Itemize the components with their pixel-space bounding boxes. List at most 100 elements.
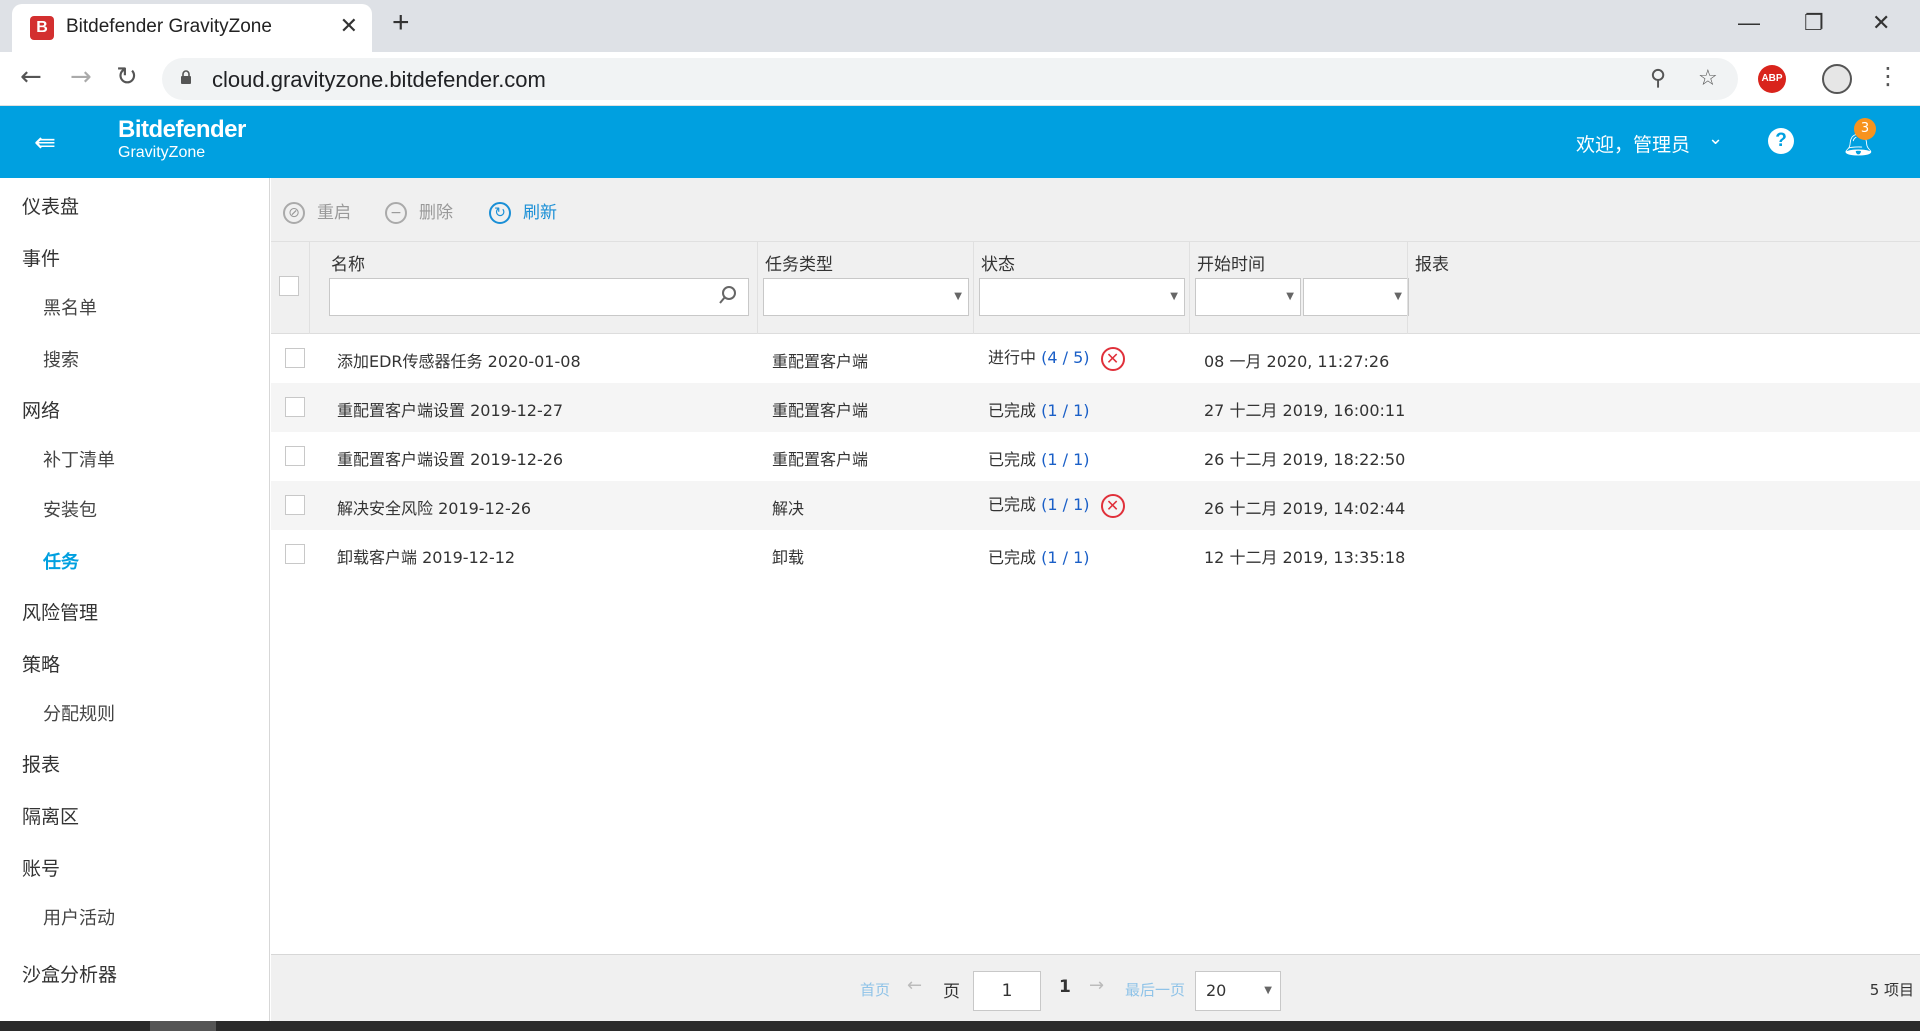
column-header-name[interactable]: 名称	[331, 250, 365, 275]
refresh-button[interactable]: ↻ 刷新	[489, 198, 557, 224]
collapse-menu-icon[interactable]: ⇚	[34, 128, 56, 158]
column-header-report[interactable]: 报表	[1415, 250, 1449, 275]
task-name[interactable]: 重配置客户端设置 2019-12-26	[337, 446, 563, 470]
restore-icon[interactable]: ❐	[1804, 10, 1824, 36]
column-header-type[interactable]: 任务类型	[765, 250, 833, 275]
status-ratio-link[interactable]: (4 / 5)	[1041, 348, 1089, 367]
page-label: 页	[943, 982, 960, 1002]
delete-label: 删除	[419, 203, 453, 223]
task-status: 已完成 (1 / 1)	[988, 544, 1090, 568]
minimize-icon[interactable]: —	[1738, 10, 1760, 36]
pagination-bar: 首页 ← 页 1 1 → 最后一页 20 ▼ 5 项目	[271, 954, 1920, 1021]
adblock-icon[interactable]: ABP	[1758, 65, 1786, 93]
restart-button[interactable]: ⊘ 重启	[283, 198, 351, 224]
sidebar-item-policies[interactable]: 策略	[22, 650, 60, 677]
row-checkbox[interactable]	[285, 446, 305, 466]
status-text: 已完成	[988, 401, 1037, 420]
window-close-icon[interactable]: ✕	[1872, 10, 1890, 36]
sidebar-item-patch-inventory[interactable]: 补丁清单	[43, 446, 115, 472]
task-start-time: 08 一月 2020, 11:27:26	[1204, 352, 1390, 371]
row-checkbox[interactable]	[285, 495, 305, 515]
status-ratio-link[interactable]: (1 / 1)	[1041, 450, 1089, 469]
chevron-down-icon[interactable]: ⌄	[1708, 128, 1723, 149]
reload-icon[interactable]: ↻	[116, 62, 138, 92]
table-row[interactable]: 添加EDR传感器任务 2020-01-08 重配置客户端 进行中 (4 / 5)…	[271, 334, 1920, 383]
task-name[interactable]: 解决安全风险 2019-12-26	[337, 495, 531, 519]
tab-close-icon[interactable]: ✕	[340, 14, 358, 39]
sidebar-item-sandbox-analyzer[interactable]: 沙盒分析器	[22, 960, 117, 987]
minus-icon: −	[385, 202, 407, 224]
page-size-select[interactable]: 20 ▼	[1195, 971, 1281, 1011]
row-checkbox[interactable]	[285, 397, 305, 417]
sidebar-item-risk-management[interactable]: 风险管理	[22, 598, 98, 625]
row-checkbox[interactable]	[285, 348, 305, 368]
taskbar-button[interactable]	[150, 1021, 216, 1031]
sidebar-item-packages[interactable]: 安装包	[43, 496, 97, 522]
sidebar-item-accounts[interactable]: 账号	[22, 854, 60, 881]
sidebar-item-user-activity[interactable]: 用户活动	[43, 904, 115, 930]
refresh-icon: ↻	[489, 202, 511, 224]
browser-tab[interactable]: B Bitdefender GravityZone ✕	[12, 4, 372, 52]
browser-toolbar: ← → ↻ cloud.gravityzone.bitdefender.com …	[0, 52, 1920, 106]
next-page-icon[interactable]: →	[1089, 975, 1104, 996]
sidebar-item-search[interactable]: 搜索	[43, 346, 79, 372]
prev-page-icon[interactable]: ←	[907, 975, 922, 996]
table-row[interactable]: 卸载客户端 2019-12-12 卸载 已完成 (1 / 1) 12 十二月 2…	[271, 530, 1920, 579]
sidebar-item-assignment-rules[interactable]: 分配规则	[43, 700, 115, 726]
dropdown-arrow-icon: ▼	[1170, 291, 1178, 302]
page-size-value: 20	[1206, 981, 1227, 1000]
task-start-time: 12 十二月 2019, 13:35:18	[1204, 548, 1406, 567]
dropdown-arrow-icon: ▼	[954, 291, 962, 302]
sidebar-item-tasks[interactable]: 任务	[43, 548, 79, 574]
last-page-link[interactable]: 最后一页	[1125, 979, 1185, 1000]
error-icon[interactable]: ✕	[1100, 346, 1125, 371]
browser-menu-icon[interactable]: ⋮	[1876, 62, 1900, 90]
task-name[interactable]: 添加EDR传感器任务 2020-01-08	[337, 348, 581, 372]
sidebar-item-quarantine[interactable]: 隔离区	[22, 802, 79, 829]
new-tab-icon[interactable]: +	[392, 6, 410, 40]
task-name[interactable]: 卸载客户端 2019-12-12	[337, 544, 515, 568]
notification-badge[interactable]: 3	[1854, 118, 1876, 140]
table-row[interactable]: 重配置客户端设置 2019-12-27 重配置客户端 已完成 (1 / 1) 2…	[271, 383, 1920, 432]
extension-icon[interactable]	[1822, 64, 1852, 94]
type-filter-select[interactable]: ▼	[763, 278, 969, 316]
status-text: 已完成	[988, 450, 1037, 469]
zoom-icon[interactable]: ⚲	[1650, 66, 1666, 91]
start-date-from-select[interactable]: ▼	[1195, 278, 1301, 316]
item-count: 5 项目	[1869, 981, 1914, 999]
status-ratio-link[interactable]: (1 / 1)	[1041, 548, 1089, 567]
sidebar-item-reports[interactable]: 报表	[22, 750, 60, 777]
help-icon[interactable]: ?	[1768, 128, 1794, 154]
sidebar-item-network[interactable]: 网络	[22, 396, 60, 423]
page-number-input[interactable]: 1	[973, 971, 1041, 1011]
row-checkbox[interactable]	[285, 544, 305, 564]
sidebar-item-dashboard[interactable]: 仪表盘	[22, 192, 79, 219]
first-page-link[interactable]: 首页	[860, 979, 890, 1000]
select-all-checkbox[interactable]	[279, 276, 299, 296]
start-date-to-select[interactable]: ▼	[1303, 278, 1409, 316]
tab-title: Bitdefender GravityZone	[66, 16, 272, 37]
address-bar[interactable]: cloud.gravityzone.bitdefender.com ⚲ ☆	[162, 58, 1738, 100]
status-ratio-link[interactable]: (1 / 1)	[1041, 401, 1089, 420]
user-menu[interactable]: 欢迎，管理员	[1576, 130, 1690, 157]
status-filter-select[interactable]: ▼	[979, 278, 1185, 316]
error-icon[interactable]: ✕	[1100, 493, 1125, 518]
column-header-status[interactable]: 状态	[981, 250, 1015, 275]
grid-header: 名称 任务类型 ▼ 状态 ▼ 开始时间 ▼ ▼ 报表	[271, 242, 1920, 334]
column-divider	[973, 242, 974, 334]
forward-icon[interactable]: →	[70, 62, 92, 92]
status-ratio-link[interactable]: (1 / 1)	[1041, 495, 1089, 514]
status-text: 进行中	[988, 348, 1037, 367]
bookmark-star-icon[interactable]: ☆	[1698, 66, 1718, 91]
sidebar-item-blocklist[interactable]: 黑名单	[43, 294, 97, 320]
task-status: 已完成 (1 / 1) ✕	[988, 491, 1125, 518]
back-icon[interactable]: ←	[20, 62, 42, 92]
task-name[interactable]: 重配置客户端设置 2019-12-27	[337, 397, 563, 421]
column-header-start-time[interactable]: 开始时间	[1197, 250, 1265, 275]
table-row[interactable]: 重配置客户端设置 2019-12-26 重配置客户端 已完成 (1 / 1) 2…	[271, 432, 1920, 481]
table-row[interactable]: 解决安全风险 2019-12-26 解决 已完成 (1 / 1) ✕ 26 十二…	[271, 481, 1920, 530]
name-filter-input[interactable]	[329, 278, 749, 316]
sidebar-item-incidents[interactable]: 事件	[22, 244, 60, 271]
os-taskbar	[0, 1021, 1920, 1031]
delete-button[interactable]: − 删除	[385, 198, 453, 224]
